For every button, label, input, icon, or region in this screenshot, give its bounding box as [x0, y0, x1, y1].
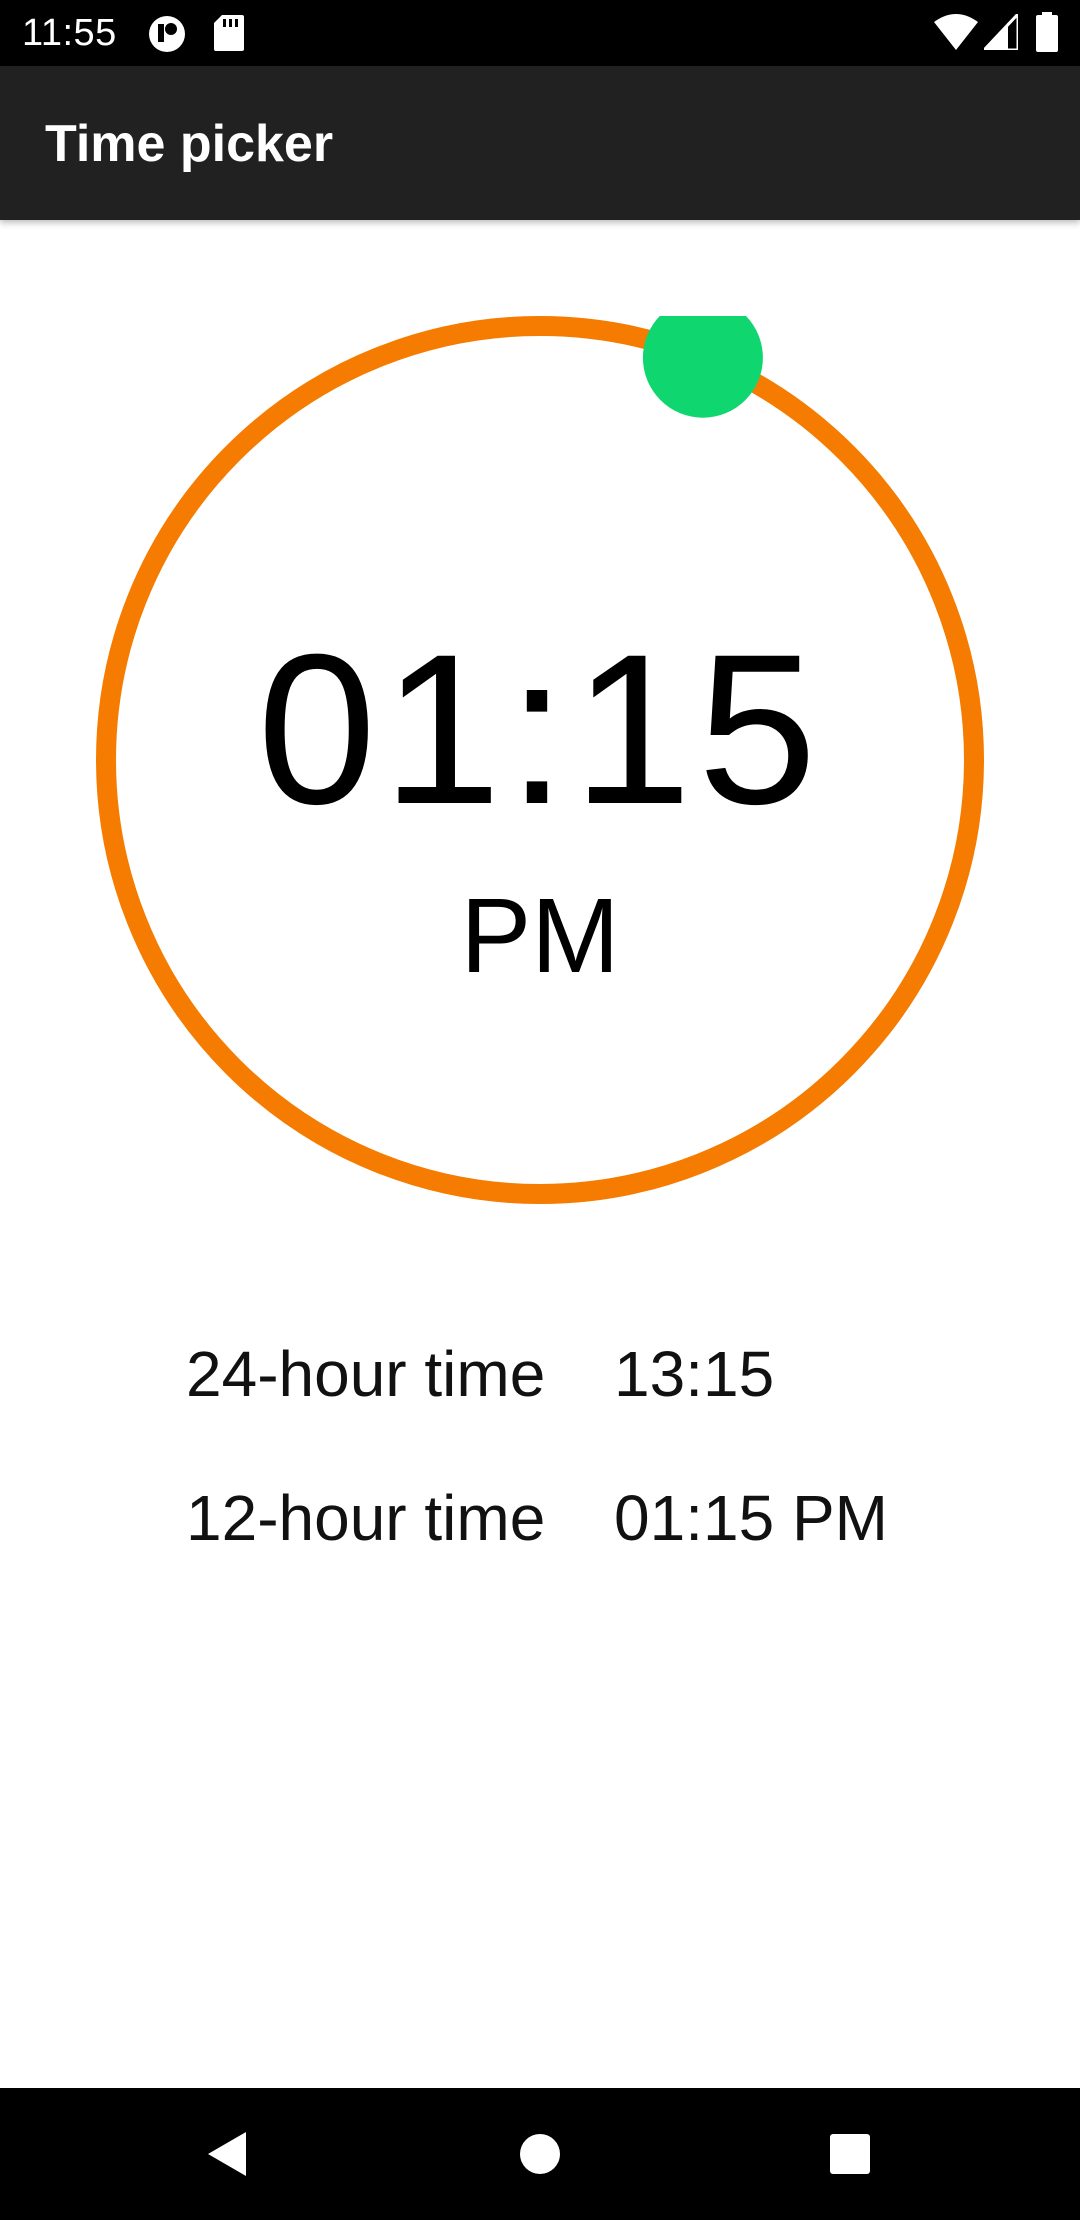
screen: 11:55 Time picker 01:15 PM 24-hour time …	[0, 0, 1080, 2220]
readout-12-hour-value: 01:15 PM	[614, 1482, 888, 1554]
navigation-bar	[0, 2088, 1080, 2220]
battery-icon	[1036, 12, 1058, 57]
readout-12-hour-label: 12-hour time	[186, 1482, 546, 1554]
readout-24-hour-value: 13:15	[614, 1338, 775, 1410]
status-bar: 11:55	[0, 0, 1080, 66]
home-icon[interactable]	[502, 2116, 578, 2192]
app-bar: Time picker	[0, 66, 1080, 220]
recents-icon[interactable]	[812, 2116, 888, 2192]
notification-app-icon	[148, 15, 186, 58]
app-title: Time picker	[45, 115, 334, 173]
back-icon[interactable]	[194, 2116, 270, 2192]
readout-12-hour: 12-hour time 01:15 PM	[186, 1478, 946, 1558]
selected-period: PM	[460, 877, 620, 995]
selected-time: 01:15	[257, 610, 823, 849]
dial-handle[interactable]	[642, 316, 763, 418]
wifi-icon	[934, 14, 978, 55]
sd-card-icon	[214, 15, 244, 56]
readout-24-hour: 24-hour time 13:15	[186, 1334, 946, 1414]
readout-24-hour-label: 24-hour time	[186, 1338, 546, 1410]
status-time: 11:55	[22, 12, 117, 54]
signal-icon	[980, 10, 1020, 55]
